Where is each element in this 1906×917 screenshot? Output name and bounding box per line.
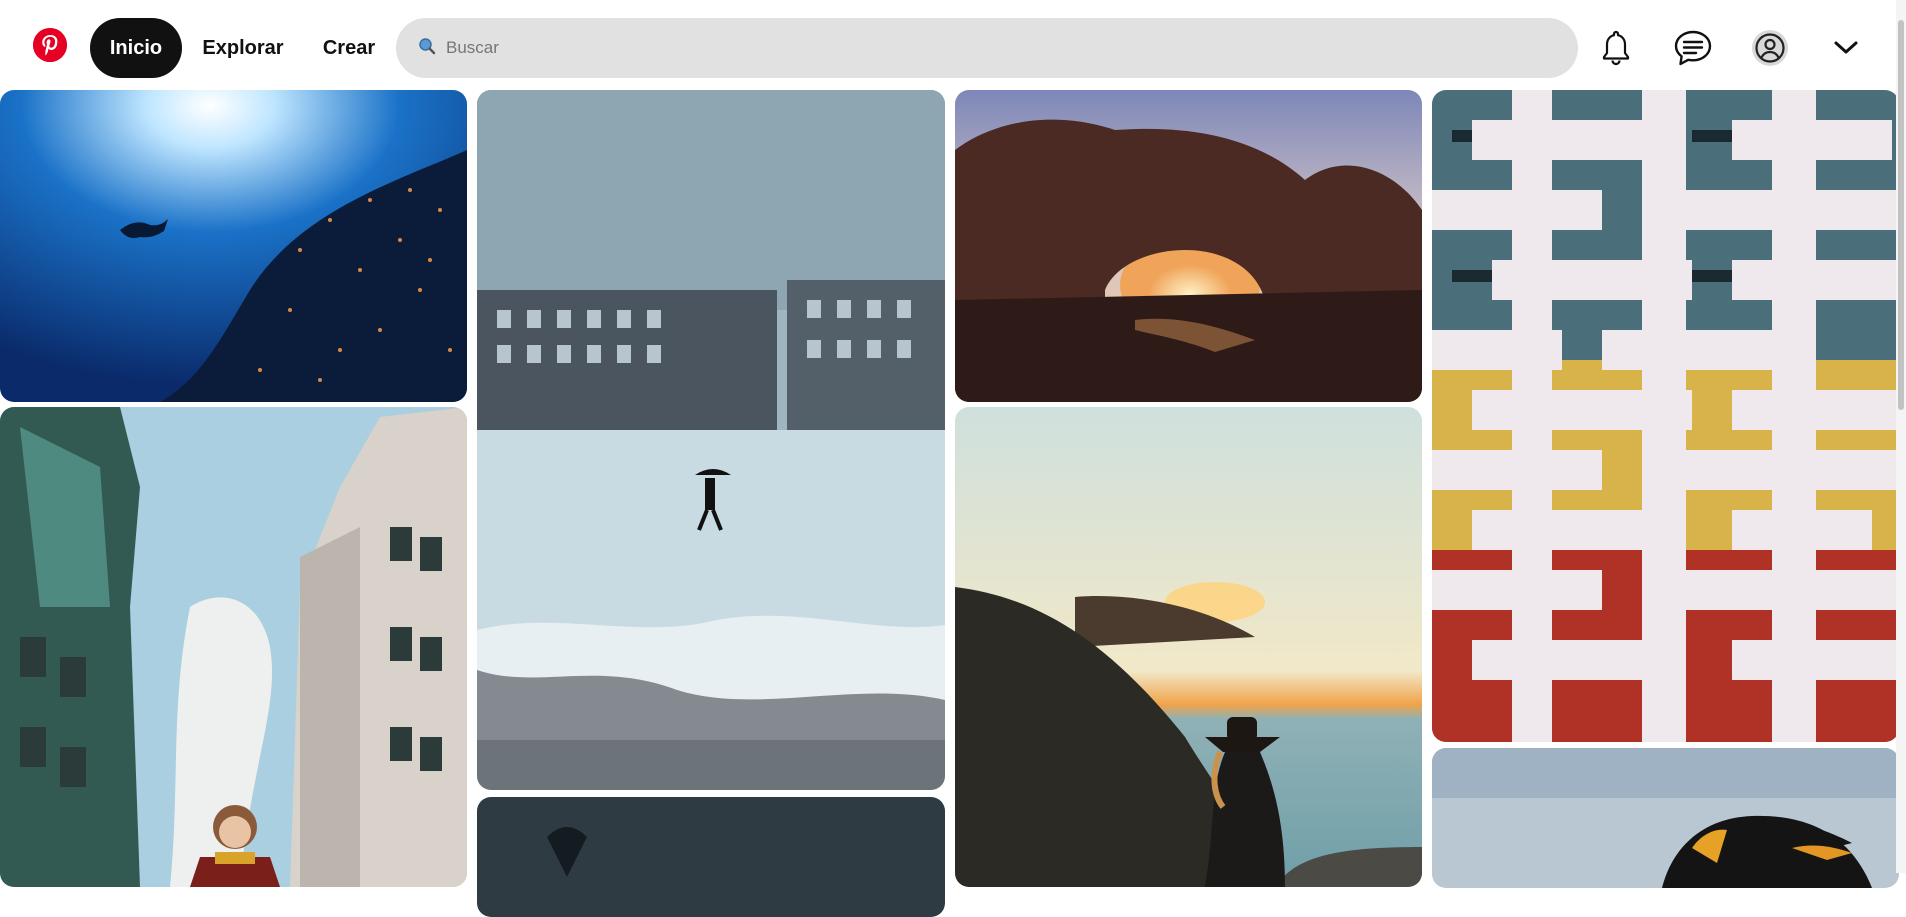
nav-create-button[interactable]: Crear [310,18,388,78]
pinterest-logo-icon[interactable] [33,28,67,62]
search-icon [418,37,436,60]
page-scrollbar[interactable] [1896,0,1906,873]
pin-underwater-fish[interactable] [0,90,467,402]
pin-dark[interactable] [477,797,945,917]
profile-avatar-icon[interactable] [1750,28,1790,68]
search-input[interactable] [446,38,1546,58]
pin-penguin[interactable] [1432,748,1899,888]
notifications-bell-icon[interactable] [1596,28,1636,68]
pin-wizard-street[interactable] [0,407,467,887]
pin-building-facade[interactable] [1432,90,1899,742]
search-bar[interactable] [396,18,1578,78]
nav-home-button[interactable]: Inicio [90,18,182,78]
chevron-down-icon[interactable] [1826,28,1866,68]
pin-cliff-sunset[interactable] [955,407,1422,887]
pin-snow-umbrella[interactable] [477,90,945,790]
messages-chat-icon[interactable] [1673,28,1713,68]
scrollbar-thumb[interactable] [1898,20,1904,410]
nav-explore-button[interactable]: Explorar [190,18,296,78]
top-navigation-bar: Inicio Explorar Crear [0,0,1906,90]
pin-rock-arch[interactable] [955,90,1422,402]
